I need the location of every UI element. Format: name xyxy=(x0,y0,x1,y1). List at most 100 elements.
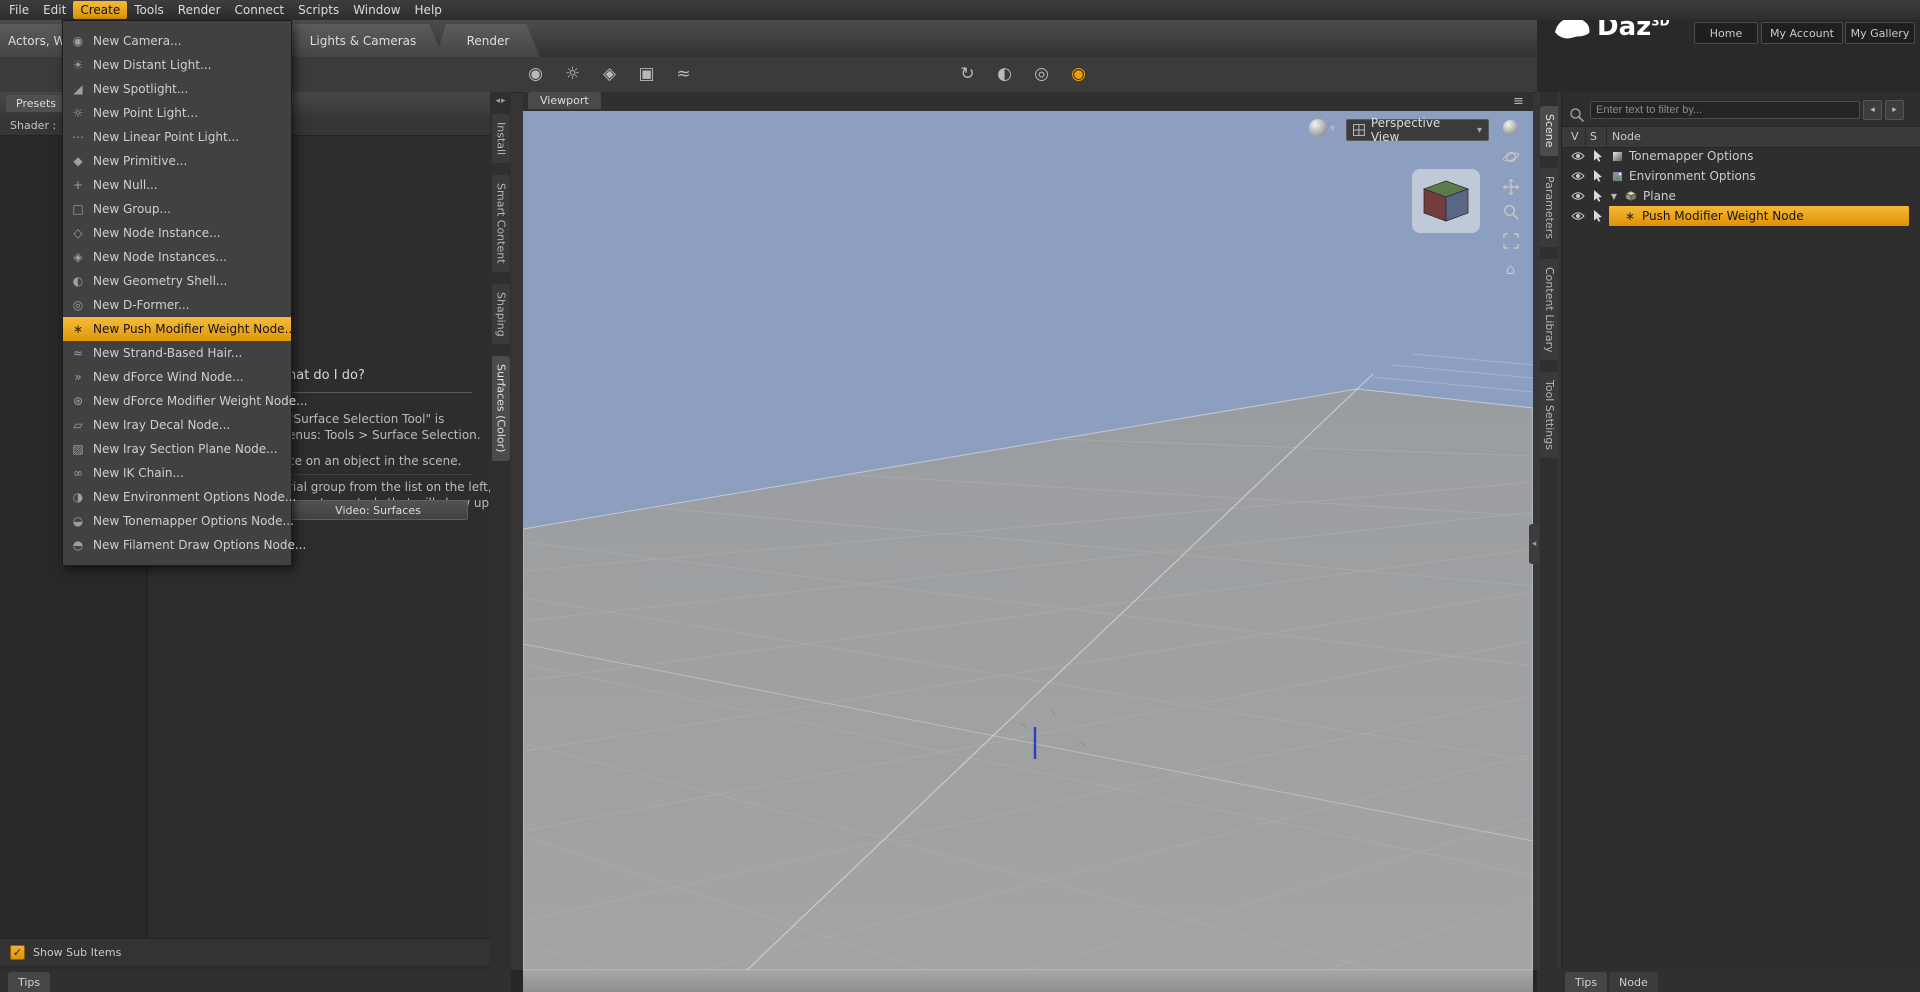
my-gallery-button[interactable]: My Gallery xyxy=(1845,22,1915,44)
menu-item-new-primitive[interactable]: ◆ New Primitive... xyxy=(63,149,291,173)
orbit-tool-icon[interactable] xyxy=(1501,147,1520,166)
weight-node-icon: ∗ xyxy=(1624,209,1636,223)
menu-render[interactable]: Render xyxy=(171,1,228,19)
menu-item-new-node-instances[interactable]: ◈ New Node Instances... xyxy=(63,245,291,269)
tab-surfaces-color[interactable]: Surfaces (Color) xyxy=(491,356,510,461)
tab-scene[interactable]: Scene xyxy=(1540,106,1558,156)
pan-tool-icon[interactable] xyxy=(1501,177,1520,196)
tab-render[interactable]: Render xyxy=(436,24,540,57)
menu-item-new-dforce-modifier-weight-node[interactable]: ⊛ New dForce Modifier Weight Node... xyxy=(63,389,308,413)
filter-next-button[interactable]: ▸ xyxy=(1885,100,1904,120)
tab-smart-content[interactable]: Smart Content xyxy=(491,175,510,272)
tree-row-environment[interactable]: Environment Options xyxy=(1562,166,1920,186)
camera-view-dropdown[interactable]: Perspective View ▾ xyxy=(1346,116,1489,144)
menu-scripts[interactable]: Scripts xyxy=(291,1,346,19)
create-light-icon[interactable]: ☼ xyxy=(559,61,586,88)
create-prop-icon[interactable]: ▣ xyxy=(633,61,660,88)
scene-filter-input[interactable] xyxy=(1590,101,1860,119)
scene-rotate-tool-icon[interactable]: ↻ xyxy=(954,61,981,88)
dforce-modifier-icon: ⊛ xyxy=(72,394,84,408)
create-camera-icon[interactable]: ◉ xyxy=(522,61,549,88)
viewport-pane-menu-icon[interactable]: ≡ xyxy=(1513,95,1524,108)
tips-tab-right[interactable]: Tips xyxy=(1565,972,1608,992)
menu-item-new-filament-draw-options-node[interactable]: ◓ New Filament Draw Options Node... xyxy=(63,533,307,557)
menu-item-new-distant-light[interactable]: ☀ New Distant Light... xyxy=(63,53,291,77)
show-sub-items-checkbox[interactable]: ✓ xyxy=(10,944,25,960)
tab-install[interactable]: Install xyxy=(491,114,510,164)
menu-item-new-ik-chain[interactable]: ∞ New IK Chain... xyxy=(63,461,291,485)
menu-item-new-group[interactable]: □ New Group... xyxy=(63,197,291,221)
menu-item-new-null[interactable]: + New Null... xyxy=(63,173,291,197)
my-account-button[interactable]: My Account xyxy=(1761,22,1843,44)
column-node[interactable]: Node xyxy=(1612,130,1641,143)
tab-lights-cameras[interactable]: Lights & Cameras xyxy=(283,24,443,57)
scroll-right-icon[interactable]: ▸ xyxy=(501,96,506,106)
tree-row-plane[interactable]: ▼ Plane xyxy=(1562,186,1920,206)
menu-item-new-point-light[interactable]: ☼ New Point Light... xyxy=(63,101,291,125)
tab-shaping[interactable]: Shaping xyxy=(491,283,510,345)
draw-style-tool-icon[interactable]: ◐ xyxy=(991,61,1018,88)
create-figure-icon[interactable]: ◈ xyxy=(596,61,623,88)
wind-node-icon: » xyxy=(74,370,82,384)
presets-subtab[interactable]: Presets xyxy=(6,95,67,112)
menu-help[interactable]: Help xyxy=(408,1,449,19)
selected-node-highlight: ∗ Push Modifier Weight Node xyxy=(1609,206,1909,226)
tree-row-push-modifier[interactable]: ∗ Push Modifier Weight Node xyxy=(1562,206,1920,226)
viewport-tab[interactable]: Viewport xyxy=(528,92,601,109)
menu-item-new-tonemapper-options-node[interactable]: ◒ New Tonemapper Options Node... xyxy=(63,509,294,533)
home-button[interactable]: Home xyxy=(1694,22,1758,44)
viewport-3d-scene[interactable]: ▾ Perspective View ▾ ⌂ xyxy=(523,111,1533,970)
scene-filter-row: ◂ ▸ xyxy=(1562,98,1920,123)
tree-row-tonemapper[interactable]: Tonemapper Options xyxy=(1562,146,1920,166)
menu-file[interactable]: File xyxy=(2,1,36,19)
selectable-cursor-icon[interactable] xyxy=(1590,190,1606,202)
menu-item-new-strand-based-hair[interactable]: ≈ New Strand-Based Hair... xyxy=(63,341,291,365)
menu-item-new-dforce-wind-node[interactable]: » New dForce Wind Node... xyxy=(63,365,291,389)
visibility-eye-icon[interactable] xyxy=(1570,151,1586,161)
scroll-left-icon[interactable]: ◂ xyxy=(495,96,500,106)
tab-tool-settings[interactable]: Tool Settings xyxy=(1540,372,1558,459)
home-view-icon[interactable]: ⌂ xyxy=(1501,259,1520,278)
tab-parameters[interactable]: Parameters xyxy=(1540,167,1558,247)
expand-collapse-icon[interactable]: ▼ xyxy=(1608,192,1620,201)
filter-prev-button[interactable]: ◂ xyxy=(1863,100,1882,120)
visibility-eye-icon[interactable] xyxy=(1570,171,1586,181)
menu-item-new-push-modifier-weight-node[interactable]: ∗ New Push Modifier Weight Node... xyxy=(63,317,296,341)
active-camera-tool-icon[interactable]: ◉ xyxy=(1065,61,1092,88)
create-measure-icon[interactable]: ≈ xyxy=(670,61,697,88)
selectable-cursor-icon[interactable] xyxy=(1590,150,1606,162)
tabstrip-scroll-arrows[interactable]: ◂ ▸ xyxy=(490,96,511,106)
menu-item-new-spotlight[interactable]: ◢ New Spotlight... xyxy=(63,77,291,101)
visibility-eye-icon[interactable] xyxy=(1570,191,1586,201)
menu-item-new-linear-point-light[interactable]: ⋯ New Linear Point Light... xyxy=(63,125,291,149)
menu-item-new-environment-options-node[interactable]: ◑ New Environment Options Node... xyxy=(63,485,297,509)
menu-item-new-iray-decal-node[interactable]: ▱ New Iray Decal Node... xyxy=(63,413,291,437)
panel-collapse-handle[interactable]: ◂ xyxy=(1529,524,1539,564)
video-surfaces-button[interactable]: Video: Surfaces xyxy=(288,500,468,520)
tips-tab-left[interactable]: Tips xyxy=(8,972,51,992)
selectable-cursor-icon[interactable] xyxy=(1590,170,1606,182)
menu-window[interactable]: Window xyxy=(346,1,407,19)
menu-item-new-camera[interactable]: ◉ New Camera... xyxy=(63,29,291,53)
menu-item-new-node-instance[interactable]: ◇ New Node Instance... xyxy=(63,221,291,245)
selectable-cursor-icon[interactable] xyxy=(1590,210,1606,222)
menu-item-new-dformer[interactable]: ◎ New D-Former... xyxy=(63,293,291,317)
column-visible[interactable]: V xyxy=(1571,130,1579,143)
menu-tools[interactable]: Tools xyxy=(127,1,171,19)
draw-style-sphere-icon[interactable] xyxy=(1309,119,1327,137)
node-tab[interactable]: Node xyxy=(1609,972,1658,992)
frame-tool-icon[interactable] xyxy=(1501,231,1520,250)
tip-rule-top xyxy=(288,392,472,393)
tab-content-library[interactable]: Content Library xyxy=(1540,258,1558,361)
column-selectable[interactable]: S xyxy=(1590,130,1597,143)
node-selection-tool-icon[interactable]: ◎ xyxy=(1028,61,1055,88)
menu-create[interactable]: Create xyxy=(73,1,128,19)
menu-connect[interactable]: Connect xyxy=(228,1,292,19)
menu-item-new-iray-section-plane-node[interactable]: ▨ New Iray Section Plane Node... xyxy=(63,437,291,461)
menu-edit[interactable]: Edit xyxy=(36,1,73,19)
draw-style-selector[interactable]: ▾ xyxy=(1309,119,1335,137)
camera-sphere-icon[interactable] xyxy=(1501,118,1520,137)
menu-item-new-geometry-shell[interactable]: ◐ New Geometry Shell... xyxy=(63,269,291,293)
visibility-eye-icon[interactable] xyxy=(1570,211,1586,221)
zoom-tool-icon[interactable] xyxy=(1501,202,1520,221)
